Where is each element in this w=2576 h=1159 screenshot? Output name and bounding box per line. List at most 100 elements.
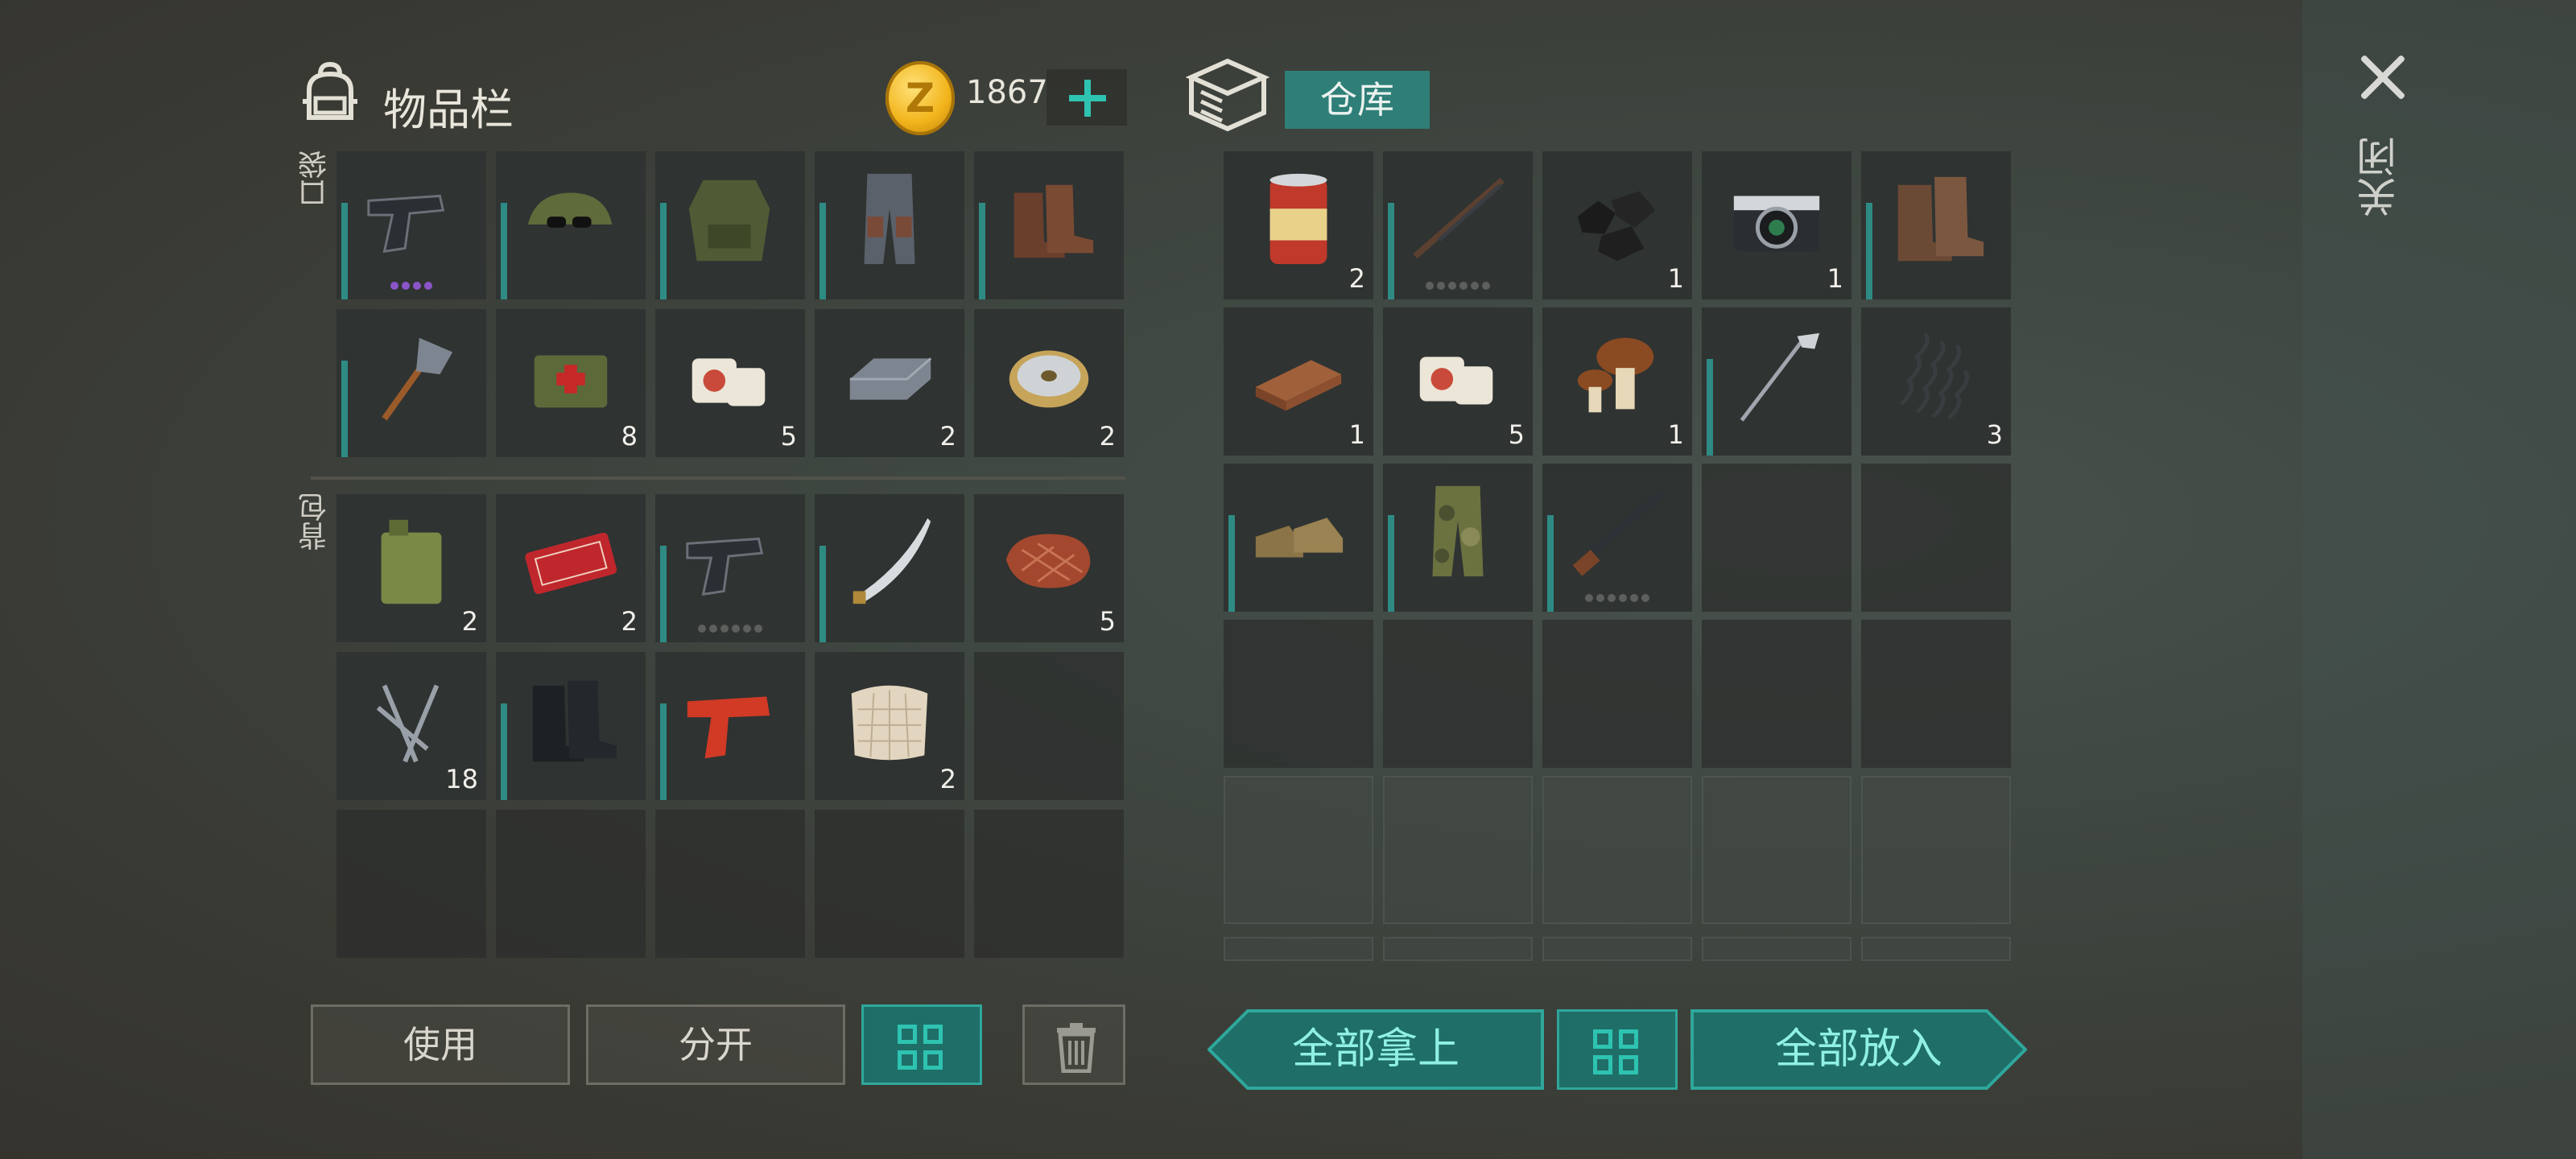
- mod-dots: [655, 625, 805, 633]
- empty-slot[interactable]: [1542, 776, 1692, 924]
- item-slot[interactable]: 3: [1861, 307, 2011, 456]
- empty-slot[interactable]: [1542, 620, 1692, 768]
- take-all-button[interactable]: 全部拿上: [1208, 1009, 1544, 1090]
- item-slot[interactable]: 8: [496, 309, 646, 457]
- empty-slot[interactable]: [1861, 464, 2011, 612]
- item-slot[interactable]: [655, 151, 805, 299]
- bandage-icon: [691, 358, 766, 406]
- medical-bag-icon: [534, 355, 608, 408]
- empty-slot[interactable]: [1383, 776, 1533, 924]
- empty-slot[interactable]: [1702, 464, 1852, 612]
- empty-slot[interactable]: [1224, 937, 1373, 961]
- grid-icon-cell: [923, 1025, 943, 1044]
- item-slot[interactable]: 1: [1542, 307, 1692, 456]
- item-quantity: 1: [1827, 263, 1843, 294]
- mushroom-icon: [1577, 337, 1654, 413]
- shoes-icon: [1255, 518, 1344, 558]
- trash-icon: [1057, 1023, 1096, 1073]
- item-slot[interactable]: [655, 494, 805, 642]
- grid-icon-cell: [898, 1050, 917, 1070]
- empty-slot[interactable]: [1702, 937, 1852, 961]
- backpack-icon: [303, 61, 357, 120]
- sort-inventory-button[interactable]: [861, 1004, 982, 1085]
- item-quantity: 5: [1508, 419, 1525, 450]
- use-button[interactable]: 使用: [311, 1004, 570, 1085]
- split-button[interactable]: 分开: [586, 1004, 845, 1085]
- camera-icon: [1733, 196, 1820, 252]
- empty-slot[interactable]: [336, 810, 486, 958]
- item-slot[interactable]: [496, 151, 646, 299]
- put-all-button[interactable]: 全部放入: [1690, 1009, 2027, 1090]
- nails-icon: [376, 684, 440, 763]
- item-slot[interactable]: 1: [1542, 151, 1692, 299]
- empty-slot[interactable]: [496, 810, 646, 958]
- wood-plank-icon: [1255, 360, 1342, 411]
- bandage-icon: [1419, 357, 1493, 405]
- pistol-icon: [367, 194, 445, 254]
- grid-icon-cell: [1619, 1055, 1638, 1074]
- item-slot[interactable]: [815, 151, 964, 299]
- add-currency-button[interactable]: [1046, 69, 1127, 126]
- item-quantity: 3: [1986, 419, 2003, 450]
- item-slot[interactable]: [655, 652, 805, 800]
- item-slot[interactable]: [496, 652, 646, 800]
- sort-storage-button[interactable]: [1557, 1009, 1678, 1090]
- item-slot[interactable]: 1: [1702, 151, 1852, 299]
- grid-icon: [898, 1025, 917, 1044]
- close-button[interactable]: [2357, 52, 2409, 103]
- empty-slot[interactable]: [1224, 620, 1373, 768]
- item-slot[interactable]: [1383, 464, 1533, 612]
- item-slot[interactable]: [1702, 307, 1852, 456]
- item-quantity: 5: [1099, 606, 1116, 637]
- empty-slot[interactable]: [1224, 776, 1373, 924]
- item-slot[interactable]: 2: [815, 652, 964, 800]
- jerrycan-icon: [381, 519, 442, 604]
- trash-button[interactable]: [1022, 1004, 1125, 1085]
- item-slot[interactable]: 5: [974, 494, 1124, 642]
- empty-slot[interactable]: [1383, 937, 1533, 961]
- item-slot[interactable]: 5: [655, 309, 805, 457]
- item-slot[interactable]: [1861, 151, 2011, 299]
- item-slot[interactable]: [336, 309, 486, 457]
- item-quantity: 2: [939, 421, 956, 452]
- empty-slot[interactable]: [1861, 620, 2011, 768]
- durability-bar: [660, 703, 667, 800]
- empty-slot[interactable]: [1861, 776, 2011, 924]
- item-slot[interactable]: [815, 494, 964, 642]
- item-quantity: 2: [1348, 263, 1365, 294]
- grid-icon-cell: [1593, 1055, 1612, 1074]
- item-quantity: 1: [1667, 419, 1684, 450]
- durability-bar: [660, 203, 667, 299]
- empty-slot[interactable]: [1702, 776, 1852, 924]
- empty-slot[interactable]: [974, 652, 1124, 800]
- item-slot[interactable]: 2: [815, 309, 964, 457]
- item-slot[interactable]: [1383, 151, 1533, 299]
- item-slot[interactable]: 2: [1224, 151, 1373, 299]
- empty-slot[interactable]: [1861, 937, 2011, 961]
- empty-slot[interactable]: [1702, 620, 1852, 768]
- item-slot[interactable]: [336, 151, 486, 299]
- item-slot[interactable]: [1542, 464, 1692, 612]
- item-slot[interactable]: 18: [336, 652, 486, 800]
- boots-icon: [1897, 176, 1984, 262]
- item-slot[interactable]: 2: [496, 494, 646, 642]
- empty-slot[interactable]: [655, 810, 805, 958]
- currency-amount: 1867: [966, 74, 1048, 111]
- empty-slot[interactable]: [815, 810, 964, 958]
- item-slot[interactable]: [974, 151, 1124, 299]
- empty-slot[interactable]: [1542, 937, 1692, 961]
- iron-ingot-icon: [849, 357, 932, 400]
- item-slot[interactable]: [1224, 464, 1373, 612]
- backpack-label: 背包: [299, 493, 332, 551]
- durability-bar: [819, 546, 826, 642]
- empty-slot[interactable]: [1383, 620, 1533, 768]
- item-slot[interactable]: 5: [1383, 307, 1533, 456]
- shotgun-icon: [1571, 489, 1665, 576]
- item-slot[interactable]: 1: [1224, 307, 1373, 456]
- empty-slot[interactable]: [974, 810, 1124, 958]
- mod-dots: [1383, 282, 1533, 290]
- tab-storage[interactable]: 仓库: [1285, 71, 1430, 129]
- camo-pants-icon: [1432, 485, 1484, 577]
- item-slot[interactable]: 2: [336, 494, 486, 642]
- item-slot[interactable]: 2: [974, 309, 1124, 457]
